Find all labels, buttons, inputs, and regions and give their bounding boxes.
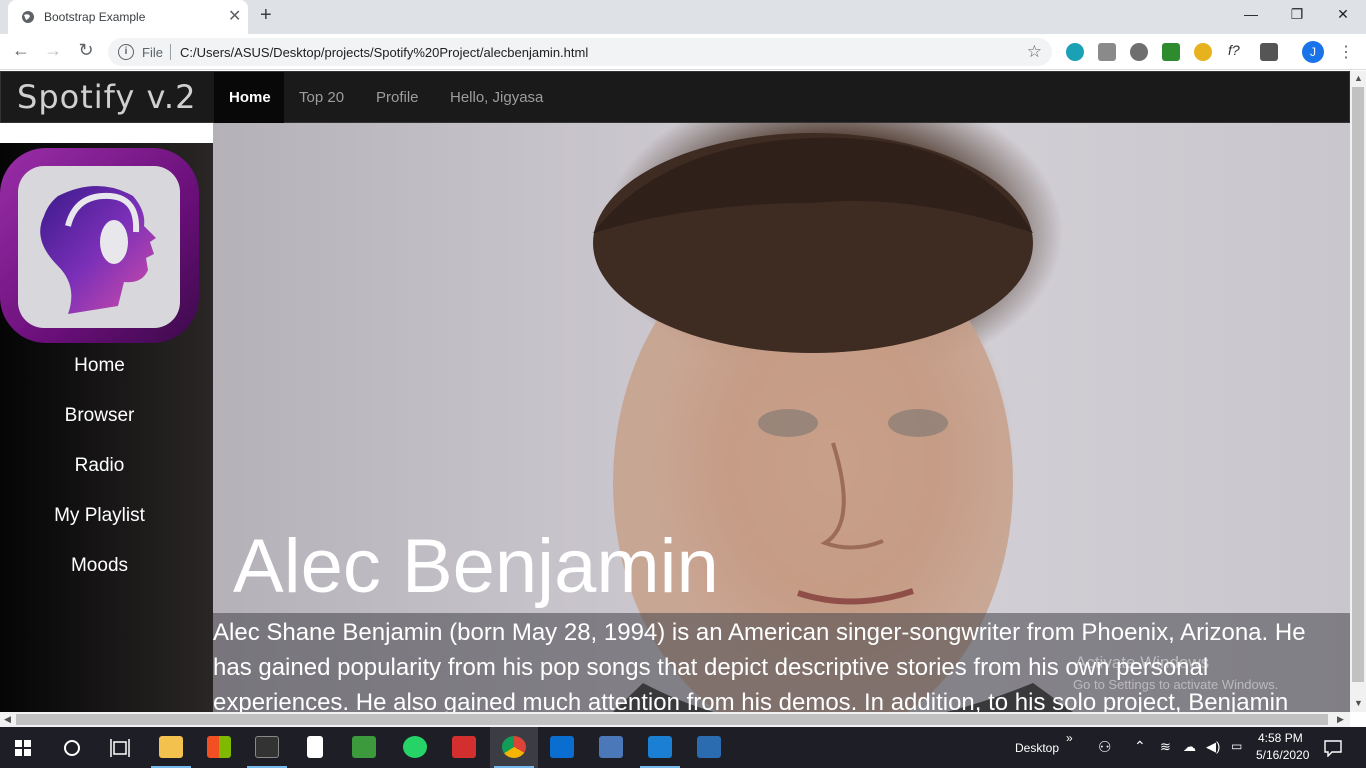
sidebar-link-moods[interactable]: Moods — [0, 555, 199, 577]
photos-icon[interactable] — [685, 727, 733, 768]
forward-button[interactable]: → — [41, 40, 65, 61]
shield-extension-icon[interactable] — [1066, 43, 1084, 61]
windows-taskbar: Desktop » ⚇ ⌃ ≋ ☁ ◀) ▭ 4:58 PM 5/16/2020 — [0, 727, 1366, 768]
browser-menu-icon[interactable]: ⋮ — [1338, 42, 1354, 62]
horizontal-scrollbar[interactable]: ◀ ▶ — [0, 712, 1350, 727]
remote-desktop-icon[interactable] — [587, 727, 635, 768]
url-text[interactable]: C:/Users/ASUS/Desktop/projects/Spotify%2… — [180, 45, 588, 60]
show-hidden-icons-icon[interactable]: ⌃ — [1134, 738, 1146, 755]
people-icon[interactable]: ⚇ — [1098, 738, 1111, 756]
whatsapp-icon[interactable] — [391, 727, 439, 768]
app-logo[interactable] — [0, 148, 199, 343]
tab-strip: Bootstrap Example ✕ + — ❐ ✕ — [0, 0, 1366, 34]
close-window-button[interactable]: ✕ — [1332, 6, 1354, 23]
chrome-icon[interactable] — [490, 727, 538, 768]
horizontal-scroll-thumb[interactable] — [16, 714, 1328, 725]
browser-toolbar: ← → ↻ i File C:/Users/ASUS/Desktop/proje… — [0, 34, 1366, 70]
vertical-scroll-thumb[interactable] — [1352, 87, 1364, 682]
vscode-icon[interactable] — [636, 727, 684, 768]
brand-logo-text[interactable]: Spotify v.2 — [17, 78, 196, 116]
sidebar-link-my-playlist[interactable]: My Playlist — [0, 505, 199, 527]
close-tab-icon[interactable]: ✕ — [228, 6, 241, 26]
scroll-up-arrow-icon[interactable]: ▲ — [1354, 73, 1363, 83]
wifi-icon[interactable]: ≋ — [1160, 739, 1171, 755]
battery-icon[interactable]: ▭ — [1231, 739, 1242, 753]
volume-icon[interactable]: ◀) — [1206, 739, 1220, 755]
page-viewport: Spotify v.2 Home Top 20 Profile Hello, J… — [0, 71, 1350, 712]
nav-link-top20[interactable]: Top 20 — [299, 89, 344, 106]
clock-date[interactable]: 5/16/2020 — [1256, 748, 1309, 762]
tab-title: Bootstrap Example — [44, 10, 146, 24]
terminal-icon[interactable] — [243, 727, 291, 768]
artist-name-heading: Alec Benjamin — [233, 524, 719, 609]
file-explorer-icon[interactable] — [147, 727, 195, 768]
spreadsheet-icon[interactable] — [340, 727, 388, 768]
nav-link-home[interactable]: Home — [229, 89, 271, 106]
notifications-icon[interactable] — [1324, 739, 1342, 757]
tab-bootstrap-example[interactable]: Bootstrap Example ✕ — [8, 0, 248, 34]
windows-start-icon[interactable] — [15, 740, 31, 756]
tree-extension-icon[interactable] — [1162, 43, 1180, 61]
reload-button[interactable]: ↻ — [74, 40, 98, 61]
bug-extension-icon[interactable] — [1130, 43, 1148, 61]
scroll-left-arrow-icon[interactable]: ◀ — [4, 714, 11, 725]
bookmark-star-icon[interactable]: ☆ — [1027, 42, 1042, 62]
restore-button[interactable]: ❐ — [1286, 6, 1308, 23]
vertical-scrollbar[interactable]: ▲ ▼ — [1350, 71, 1366, 712]
globe-icon — [22, 11, 34, 23]
scroll-right-arrow-icon[interactable]: ▶ — [1337, 714, 1344, 725]
new-tab-button[interactable]: + — [260, 4, 272, 27]
headphone-silhouette-icon — [40, 186, 156, 314]
bio-line-1: Alec Shane Benjamin (born May 28, 1994) … — [213, 619, 1306, 646]
nav-link-profile[interactable]: Profile — [376, 89, 419, 106]
task-view-icon[interactable] — [110, 739, 130, 757]
toolbar-chevron-icon[interactable]: » — [1066, 731, 1073, 745]
chart-extension-icon[interactable] — [1098, 43, 1116, 61]
address-bar[interactable]: i File C:/Users/ASUS/Desktop/projects/Sp… — [108, 38, 1052, 66]
minimize-button[interactable]: — — [1240, 6, 1262, 22]
activate-windows-title: Activate Windows — [1075, 653, 1210, 672]
side-navigation: Home Browser Radio My Playlist Moods — [0, 143, 213, 712]
activate-windows-subtitle: Go to Settings to activate Windows. — [1073, 677, 1279, 692]
mail-icon[interactable] — [538, 727, 586, 768]
site-info-icon[interactable]: i — [118, 44, 134, 60]
nav-link-greeting[interactable]: Hello, Jigyasa — [450, 89, 543, 106]
pdf-reader-icon[interactable] — [440, 727, 488, 768]
scheme-label: File — [142, 45, 163, 60]
colorful-extension-icon[interactable] — [1194, 43, 1212, 61]
sidebar-link-home[interactable]: Home — [0, 355, 199, 377]
scroll-down-arrow-icon[interactable]: ▼ — [1354, 698, 1363, 708]
formula-extension-icon[interactable]: f? — [1228, 42, 1240, 58]
back-button[interactable]: ← — [9, 40, 33, 61]
profile-avatar[interactable]: J — [1302, 41, 1324, 63]
app-logo-tile — [18, 166, 180, 328]
cloud-icon[interactable]: ☁ — [1183, 739, 1196, 755]
site-navbar: Spotify v.2 Home Top 20 Profile Hello, J… — [0, 71, 1350, 123]
omnibox-divider — [170, 44, 171, 60]
sidebar-link-radio[interactable]: Radio — [0, 455, 199, 477]
sidebar-link-browser[interactable]: Browser — [0, 405, 199, 427]
notepad-icon[interactable] — [291, 727, 339, 768]
eyedropper-extension-icon[interactable] — [1260, 43, 1278, 61]
search-circle-icon[interactable] — [63, 739, 81, 757]
desktop-toolbar-label[interactable]: Desktop — [1015, 741, 1059, 755]
clock-time[interactable]: 4:58 PM — [1258, 731, 1303, 745]
store-icon[interactable] — [195, 727, 243, 768]
